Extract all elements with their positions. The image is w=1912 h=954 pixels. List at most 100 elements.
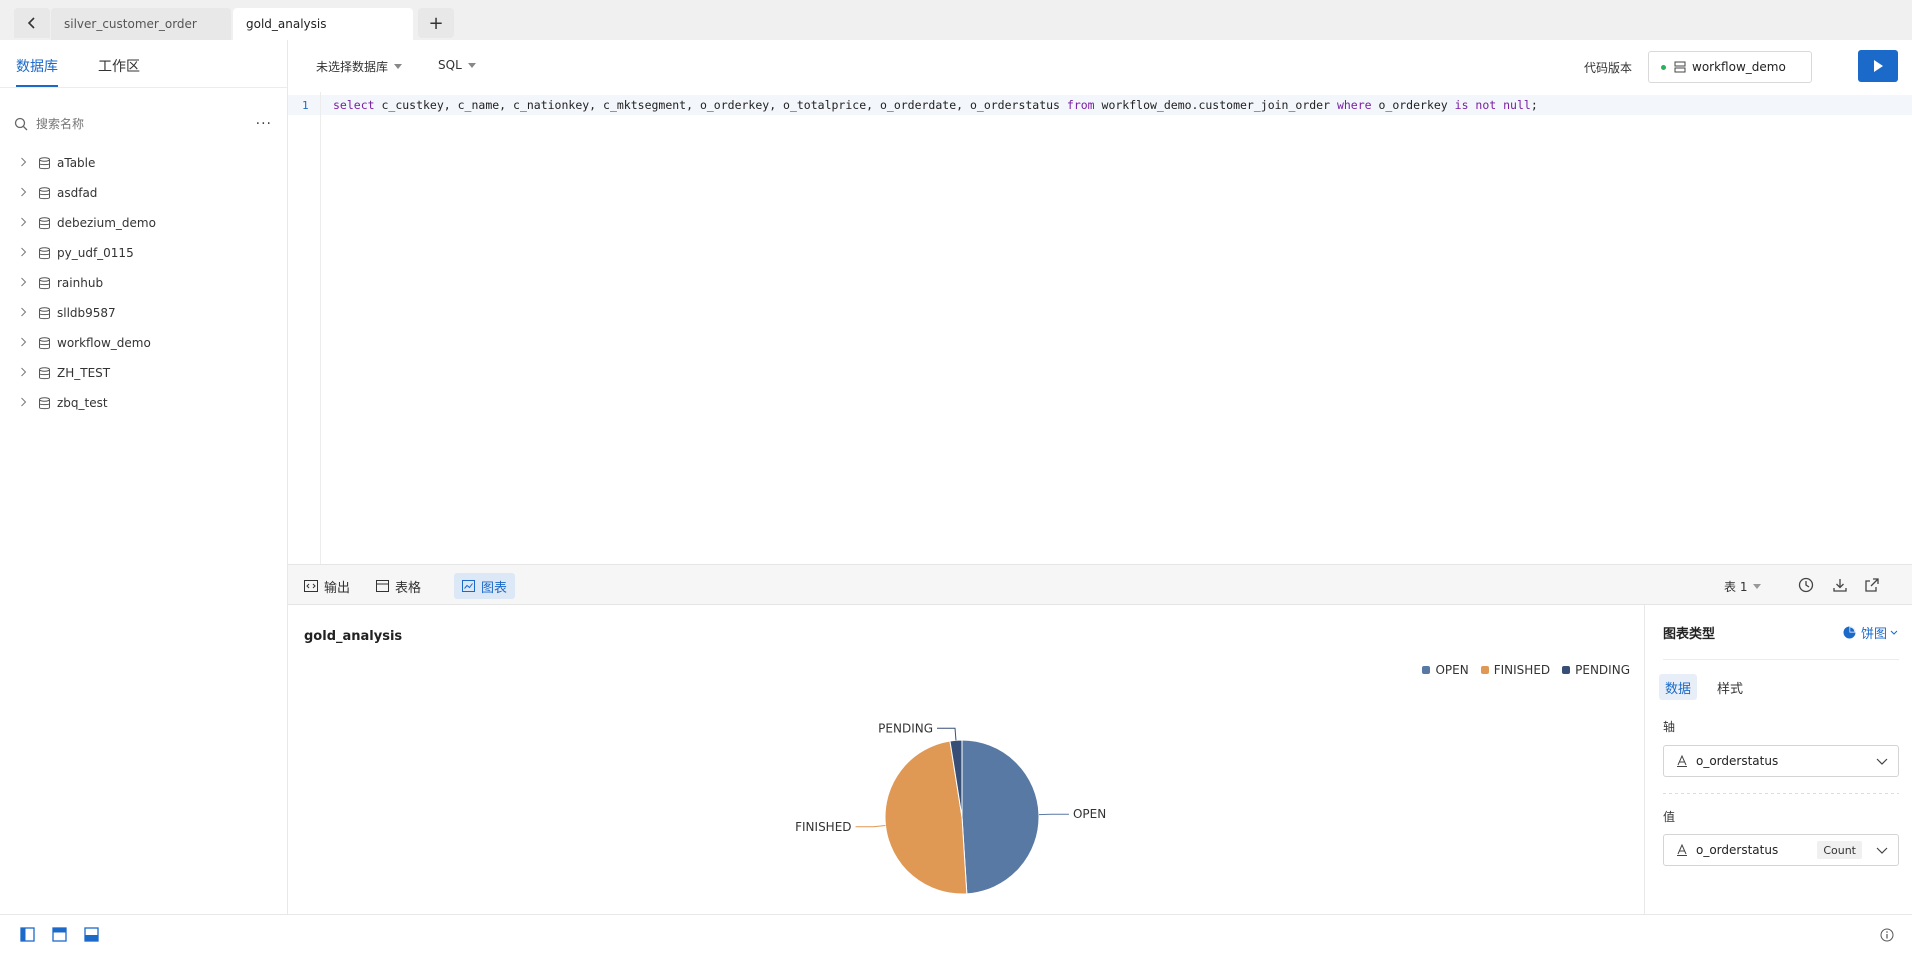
database-name: py_udf_0115 (57, 246, 134, 260)
chart-type-value: 饼图 (1860, 627, 1887, 642)
database-item[interactable]: aTable (0, 148, 288, 178)
database-select[interactable]: 未选择数据库 (316, 58, 403, 75)
status-dot-icon (1661, 64, 1666, 70)
legend-swatch (1422, 666, 1431, 674)
chevron-right-icon (20, 337, 34, 350)
more-options-icon[interactable]: ··· (256, 116, 272, 132)
tab-output[interactable]: 输出 (296, 573, 358, 599)
app-window: silver_customer_order gold_analysis + 数据… (0, 0, 1912, 954)
database-item[interactable]: slldb9587 (0, 298, 288, 328)
language-select[interactable]: SQL (438, 58, 476, 72)
play-icon (1874, 60, 1883, 72)
chevron-right-icon (20, 277, 34, 290)
dashed-divider (1663, 793, 1899, 794)
database-name: ZH_TEST (57, 366, 111, 380)
back-button[interactable] (14, 8, 50, 38)
history-button[interactable] (1798, 577, 1814, 593)
chart-icon (462, 580, 475, 592)
chevron-right-icon (20, 247, 34, 260)
share-icon (1865, 578, 1879, 592)
tab-style[interactable]: 样式 (1711, 674, 1749, 700)
code-icon (304, 580, 318, 592)
run-button[interactable] (1858, 50, 1898, 82)
database-select-value: 未选择数据库 (316, 60, 389, 74)
line-number: 1 (302, 99, 309, 112)
sidebar-tab-database[interactable]: 数据库 (16, 56, 58, 76)
info-button[interactable] (1880, 928, 1894, 942)
legend-swatch (1480, 666, 1489, 674)
download-icon (1833, 579, 1847, 592)
download-button[interactable] (1832, 577, 1848, 593)
tab-gold-analysis[interactable]: gold_analysis (233, 8, 413, 40)
legend-label: OPEN (1435, 663, 1469, 677)
add-tab-button[interactable]: + (418, 8, 454, 38)
database-item[interactable]: py_udf_0115 (0, 238, 288, 268)
value-field-select[interactable]: o_orderstatus Count (1663, 834, 1899, 866)
divider (1663, 659, 1899, 660)
legend-item[interactable]: PENDING (1562, 663, 1630, 677)
aggregation-badge[interactable]: Count (1817, 841, 1862, 859)
database-icon (38, 306, 51, 320)
chevron-right-icon (20, 187, 34, 200)
sql-keyword: where (1336, 98, 1372, 112)
database-item[interactable]: workflow_demo (0, 328, 288, 358)
slice-label: FINISHED (795, 820, 851, 834)
tab-chart[interactable]: 图表 (454, 573, 516, 599)
share-button[interactable] (1864, 577, 1880, 593)
sql-keyword: is not null (1454, 98, 1531, 112)
database-icon (38, 156, 51, 170)
database-icon (38, 186, 51, 200)
active-tab-indicator (16, 85, 58, 87)
slice-label: PENDING (878, 721, 933, 735)
database-item[interactable]: asdfad (0, 178, 288, 208)
label-leader-line (855, 824, 886, 828)
legend-label: FINISHED (1493, 663, 1551, 677)
chevron-right-icon (20, 157, 34, 170)
database-icon (38, 276, 51, 290)
chevron-down-icon (1876, 758, 1888, 765)
legend-swatch (1562, 666, 1571, 674)
sql-keyword: from (1066, 98, 1095, 112)
axis-field-select[interactable]: o_orderstatus (1663, 745, 1899, 777)
code-editor[interactable]: 1 select c_custkey, c_name, c_nationkey,… (288, 92, 1912, 564)
axis-field-value: o_orderstatus (1696, 754, 1779, 768)
search-icon (14, 117, 28, 131)
label-leader-line (937, 727, 957, 741)
chart-type-title: 图表类型 (1663, 627, 1716, 642)
pie-chart: OPEN FINISHED PENDING (795, 721, 1106, 895)
sidebar-tab-workspace[interactable]: 工作区 (98, 56, 140, 76)
language-select-value: SQL (438, 58, 462, 72)
tab-data[interactable]: 数据 (1659, 674, 1698, 700)
legend-item[interactable]: FINISHED (1480, 663, 1551, 677)
bottom-bar (0, 914, 1912, 954)
database-name: zbq_test (57, 396, 108, 410)
database-item[interactable]: debezium_demo (0, 208, 288, 238)
toggle-sidebar-button[interactable] (20, 927, 35, 942)
database-icon (38, 336, 51, 350)
sheet-select[interactable]: 表 1 (1724, 578, 1762, 595)
database-item[interactable]: zbq_test (0, 388, 288, 418)
database-icon (38, 216, 51, 230)
database-item[interactable]: rainhub (0, 268, 288, 298)
code-line[interactable]: select c_custkey, c_name, c_nationkey, c… (333, 98, 1538, 112)
database-icon (38, 396, 51, 410)
caret-down-icon (467, 62, 476, 68)
toggle-result-button[interactable] (84, 927, 99, 942)
tab-table[interactable]: 表格 (368, 573, 429, 599)
tab-silver-customer-order[interactable]: silver_customer_order (51, 8, 231, 40)
database-icon (38, 366, 51, 380)
text-field-icon (1676, 844, 1688, 856)
pie-slice[interactable] (961, 739, 1040, 895)
sql-text: o_orderkey (1371, 98, 1455, 112)
legend-item[interactable]: OPEN (1422, 663, 1469, 677)
editor-gutter: 1 (288, 92, 321, 564)
chart-type-select[interactable]: 饼图 (1843, 623, 1898, 642)
search-input[interactable] (36, 117, 236, 131)
sql-text: c_custkey, c_name, c_nationkey, c_mktseg… (374, 98, 1067, 112)
result-toolbar: 输出 表格 图表 表 1 (288, 564, 1912, 605)
workspace-select[interactable]: workflow_demo (1648, 51, 1812, 83)
database-item[interactable]: ZH_TEST (0, 358, 288, 388)
tab-chart-label: 图表 (481, 580, 508, 596)
value-field-value: o_orderstatus (1696, 843, 1779, 857)
toggle-editor-button[interactable] (52, 927, 67, 942)
